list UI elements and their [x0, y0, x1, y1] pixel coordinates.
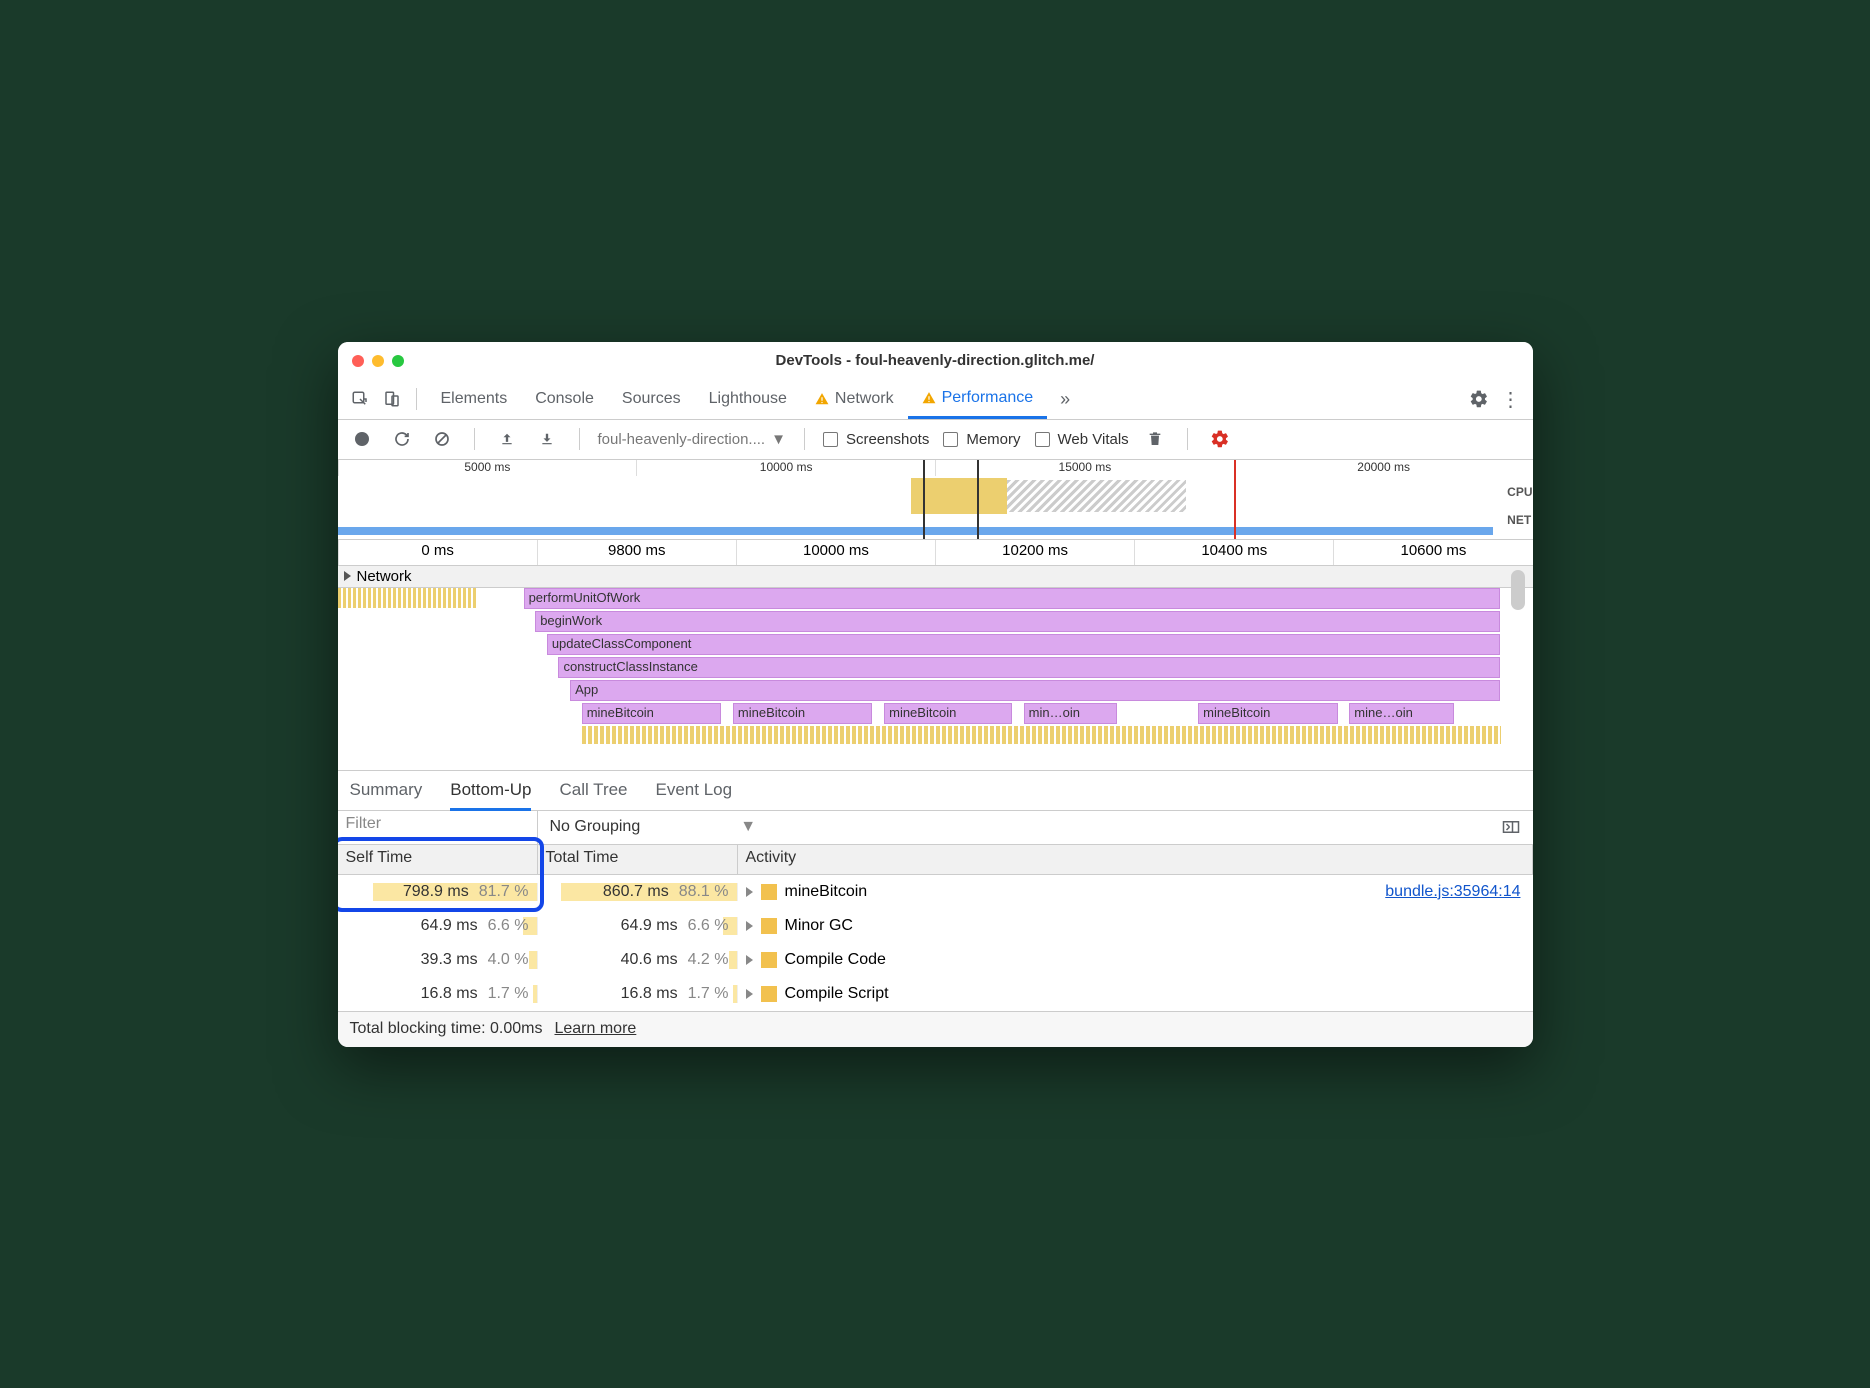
- clear-icon[interactable]: [428, 425, 456, 453]
- flame-frame[interactable]: mine…oin: [1349, 703, 1454, 724]
- main-tabs: ElementsConsoleSourcesLighthouseNetworkP…: [338, 380, 1533, 420]
- col-total-time[interactable]: Total Time: [538, 845, 738, 874]
- delete-icon[interactable]: [1141, 425, 1169, 453]
- show-heaviest-stack-icon[interactable]: [1497, 813, 1525, 841]
- flame-frame[interactable]: min…oin: [1024, 703, 1117, 724]
- flame-frame[interactable]: mineBitcoin: [884, 703, 1012, 724]
- subtab-call-tree[interactable]: Call Tree: [559, 780, 627, 800]
- category-icon: [761, 986, 777, 1002]
- filter-row: Filter No Grouping▼: [338, 811, 1533, 845]
- divider: [416, 388, 417, 410]
- table-row[interactable]: 16.8 ms1.7 %16.8 ms1.7 %Compile Script: [338, 977, 1533, 1011]
- table-row[interactable]: 64.9 ms6.6 %64.9 ms6.6 %Minor GC: [338, 909, 1533, 943]
- timeline-ruler[interactable]: 0 ms9800 ms10000 ms10200 ms10400 ms10600…: [338, 540, 1533, 566]
- flame-frame[interactable]: updateClassComponent: [547, 634, 1501, 655]
- tab-performance[interactable]: Performance: [908, 379, 1048, 419]
- flame-frame[interactable]: beginWork: [535, 611, 1500, 632]
- table-row[interactable]: 39.3 ms4.0 %40.6 ms4.2 %Compile Code: [338, 943, 1533, 977]
- subtab-event-log[interactable]: Event Log: [656, 780, 733, 800]
- checkbox-web-vitals[interactable]: Web Vitals: [1035, 431, 1129, 448]
- learn-more-link[interactable]: Learn more: [554, 1020, 636, 1038]
- scrollbar[interactable]: [1511, 570, 1525, 610]
- category-icon: [761, 884, 777, 900]
- category-icon: [761, 918, 777, 934]
- expand-icon[interactable]: [746, 887, 753, 897]
- tab-elements[interactable]: Elements: [427, 379, 522, 419]
- col-self-time[interactable]: Self Time: [338, 845, 538, 874]
- device-toggle-icon[interactable]: [378, 385, 406, 413]
- capture-settings-icon[interactable]: [1206, 425, 1234, 453]
- subtab-summary[interactable]: Summary: [350, 780, 423, 800]
- record-icon[interactable]: [348, 425, 376, 453]
- expand-icon: [344, 571, 351, 581]
- expand-icon[interactable]: [746, 955, 753, 965]
- flame-frame[interactable]: mineBitcoin: [1198, 703, 1338, 724]
- checkbox-memory[interactable]: Memory: [943, 431, 1020, 448]
- inspect-icon[interactable]: [346, 385, 374, 413]
- blocking-time-text: Total blocking time: 0.00ms: [350, 1020, 543, 1038]
- tab-lighthouse[interactable]: Lighthouse: [695, 379, 801, 419]
- details-subtabs: Summary Bottom-Up Call Tree Event Log: [338, 771, 1533, 811]
- settings-icon[interactable]: [1465, 385, 1493, 413]
- tab-network[interactable]: Network: [801, 379, 908, 419]
- flame-frame[interactable]: constructClassInstance: [558, 657, 1500, 678]
- status-bar: Total blocking time: 0.00ms Learn more: [338, 1011, 1533, 1047]
- titlebar: DevTools - foul-heavenly-direction.glitc…: [338, 342, 1533, 380]
- overview-timeline[interactable]: 5000 ms10000 ms15000 ms20000 ms CPU NET: [338, 460, 1533, 540]
- performance-toolbar: foul-heavenly-direction....▼ Screenshots…: [338, 420, 1533, 460]
- overview-lane-labels: CPU NET: [1507, 478, 1532, 534]
- flame-frame[interactable]: performUnitOfWork: [524, 588, 1501, 609]
- subtab-bottom-up[interactable]: Bottom-Up: [450, 780, 531, 811]
- checkbox-screenshots[interactable]: Screenshots: [823, 431, 929, 448]
- kebab-menu-icon[interactable]: ⋮: [1497, 385, 1525, 413]
- reload-icon[interactable]: [388, 425, 416, 453]
- tab-sources[interactable]: Sources: [608, 379, 695, 419]
- table-row[interactable]: 798.9 ms81.7 %860.7 ms88.1 %mineBitcoinb…: [338, 875, 1533, 909]
- download-icon[interactable]: [533, 425, 561, 453]
- filter-input[interactable]: Filter: [338, 811, 538, 844]
- window-title: DevTools - foul-heavenly-direction.glitc…: [338, 352, 1533, 369]
- flame-frame[interactable]: mineBitcoin: [733, 703, 873, 724]
- table-header: Self Time Total Time Activity: [338, 845, 1533, 875]
- flame-frame[interactable]: App: [570, 680, 1500, 701]
- profile-selector[interactable]: foul-heavenly-direction....▼: [598, 431, 786, 448]
- expand-icon[interactable]: [746, 921, 753, 931]
- flame-frame[interactable]: mineBitcoin: [582, 703, 722, 724]
- tab-console[interactable]: Console: [521, 379, 608, 419]
- devtools-window: DevTools - foul-heavenly-direction.glitc…: [338, 342, 1533, 1047]
- table-body: 798.9 ms81.7 %860.7 ms88.1 %mineBitcoinb…: [338, 875, 1533, 1011]
- upload-icon[interactable]: [493, 425, 521, 453]
- expand-icon[interactable]: [746, 989, 753, 999]
- category-icon: [761, 952, 777, 968]
- col-activity[interactable]: Activity: [738, 845, 1533, 874]
- network-lane-header[interactable]: Network: [338, 566, 1533, 588]
- source-link[interactable]: bundle.js:35964:14: [1385, 883, 1520, 901]
- grouping-dropdown[interactable]: No Grouping▼: [538, 814, 769, 840]
- more-tabs-icon[interactable]: »: [1051, 385, 1079, 413]
- flame-chart[interactable]: Network performUnitOfWorkbeginWorkupdate…: [338, 566, 1533, 771]
